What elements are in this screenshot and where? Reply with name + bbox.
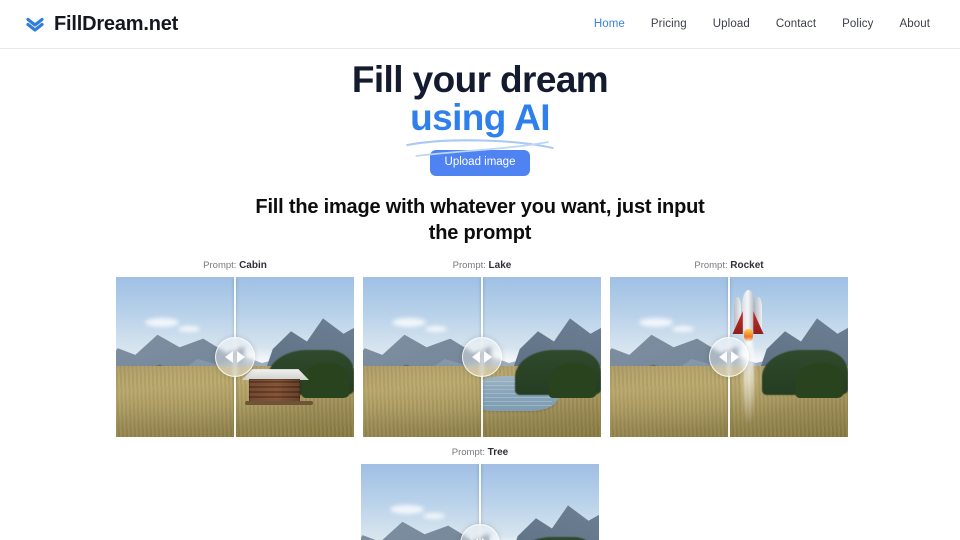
site-header: FillDream.net Home Pricing Upload Contac… bbox=[0, 0, 960, 49]
comparison-card-rocket: Prompt: Rocket bbox=[610, 260, 848, 437]
before-after-slider[interactable] bbox=[610, 276, 848, 437]
prompt-prefix: Prompt: bbox=[203, 259, 237, 271]
hero-section: Fill your dream using AI Upload image bbox=[0, 49, 960, 177]
nav-link-home[interactable]: Home bbox=[594, 18, 625, 30]
left-arrow-icon bbox=[472, 350, 480, 363]
before-after-slider[interactable] bbox=[116, 276, 354, 437]
card-prompt-label: Prompt: Cabin bbox=[116, 260, 354, 277]
right-arrow-icon bbox=[484, 350, 492, 363]
right-arrow-icon bbox=[237, 350, 245, 363]
hero-title-line1: Fill your dream bbox=[351, 59, 609, 100]
brand-logo[interactable]: FillDream.net bbox=[24, 13, 178, 35]
page-title: Fill your dream using AI bbox=[0, 59, 960, 157]
prompt-value: Tree bbox=[487, 446, 509, 458]
prompt-value: Lake bbox=[488, 259, 512, 271]
slider-handle[interactable] bbox=[462, 336, 502, 377]
gallery-row-1: Prompt: Cabin Prompt: Lake Prompt: Rocke… bbox=[116, 260, 848, 437]
comparison-card-lake: Prompt: Lake bbox=[363, 260, 601, 437]
prompt-value: Cabin bbox=[239, 259, 267, 271]
underline-swoosh-icon bbox=[406, 139, 554, 157]
card-prompt-label: Prompt: Lake bbox=[363, 260, 601, 277]
right-arrow-icon bbox=[731, 350, 739, 363]
comparison-card-tree: Prompt: Tree bbox=[361, 447, 599, 540]
nav-link-policy[interactable]: Policy bbox=[842, 18, 873, 30]
slider-handle[interactable] bbox=[215, 336, 255, 377]
generated-cabin bbox=[240, 365, 321, 408]
prompt-prefix: Prompt: bbox=[694, 259, 728, 271]
prompt-prefix: Prompt: bbox=[451, 446, 486, 458]
left-arrow-icon bbox=[225, 350, 233, 363]
left-arrow-icon bbox=[719, 350, 727, 363]
hero-title-accent-wrap: using AI bbox=[406, 97, 554, 157]
comparison-gallery: Prompt: Cabin Prompt: Lake Prompt: Rocke… bbox=[0, 260, 960, 540]
nav-link-about[interactable]: About bbox=[899, 18, 930, 30]
before-after-slider[interactable] bbox=[361, 463, 599, 540]
card-prompt-label: Prompt: Rocket bbox=[610, 260, 848, 277]
hero-title-accent: using AI bbox=[410, 97, 550, 139]
double-chevron-down-icon bbox=[24, 13, 46, 35]
nav-link-pricing[interactable]: Pricing bbox=[651, 18, 687, 30]
gallery-row-2: Prompt: Tree bbox=[116, 447, 844, 540]
comparison-card-cabin: Prompt: Cabin bbox=[116, 260, 354, 437]
brand-name: FillDream.net bbox=[54, 13, 179, 35]
main-nav: Home Pricing Upload Contact Policy About bbox=[594, 18, 936, 30]
card-prompt-label: Prompt: Tree bbox=[361, 447, 599, 464]
section-subheading: Fill the image with whatever you want, j… bbox=[255, 196, 705, 244]
prompt-prefix: Prompt: bbox=[452, 259, 486, 271]
before-after-slider[interactable] bbox=[363, 276, 601, 437]
slider-handle[interactable] bbox=[709, 336, 749, 377]
nav-link-upload[interactable]: Upload bbox=[713, 18, 750, 30]
prompt-value: Rocket bbox=[730, 259, 764, 271]
nav-link-contact[interactable]: Contact bbox=[776, 18, 816, 30]
